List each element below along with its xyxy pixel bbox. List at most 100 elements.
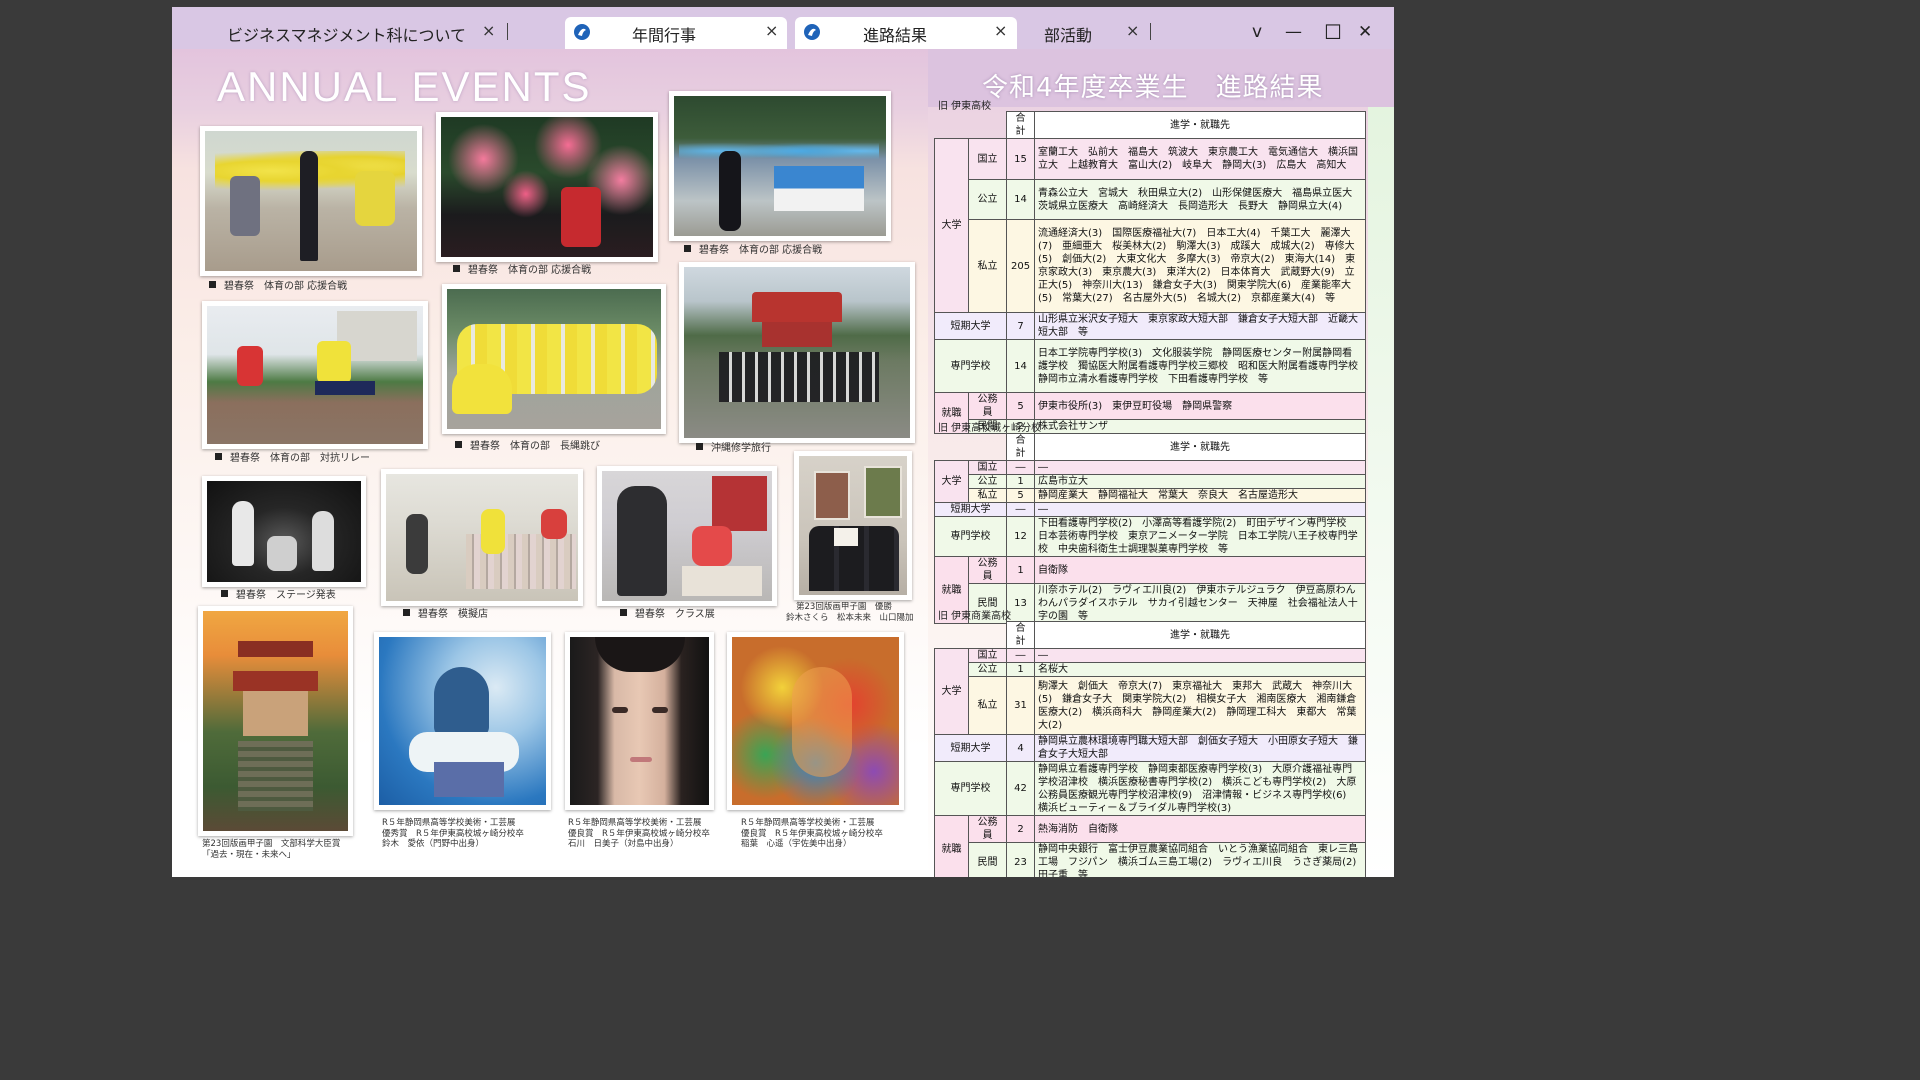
annual-events-title: ANNUAL EVENTS	[217, 63, 592, 110]
caption-line: R５年静岡県高等学校美術・工芸展	[568, 818, 702, 828]
caption-photo-5: 碧春祭 体育の部 長縄跳び	[455, 441, 600, 453]
caption-line: R５年静岡県高等学校美術・工芸展	[382, 818, 516, 828]
caption-line: 石川 日美子（対島中出身）	[568, 839, 679, 849]
category-junior-college: 短期大学	[934, 502, 1007, 517]
subcategory-national: 国立	[968, 460, 1007, 475]
count-private: 5	[1006, 488, 1035, 503]
photo-okinawa-trip	[679, 262, 915, 443]
category-vocational: 専門学校	[934, 761, 1007, 816]
count-public: 14	[1006, 179, 1035, 220]
tab-career-results[interactable]: 進路結果 ×	[795, 17, 1017, 49]
caption-photo-1: 碧春祭 体育の部 応援合戦	[209, 281, 347, 293]
tab-label: ビジネスマネジメント科について	[227, 26, 467, 45]
category-junior-college: 短期大学	[934, 312, 1007, 340]
count-junior-college: 4	[1006, 734, 1035, 762]
artwork-colorful-face	[727, 632, 904, 810]
caption-photo-8: 碧春祭 模擬店	[403, 609, 488, 621]
close-window-icon[interactable]: ✕	[1358, 22, 1372, 42]
page-content: ANNUAL EVENTS 令和4年度卒業生 進路結果 碧春祭 体育の部 応援合…	[172, 49, 1394, 877]
chevron-down-icon[interactable]: v	[1252, 22, 1262, 42]
photo-print-koshien	[794, 451, 912, 600]
maximize-icon[interactable]: ☐	[1324, 20, 1342, 44]
photo-stage	[202, 476, 366, 587]
category-junior-college: 短期大学	[934, 734, 1007, 762]
tab-annual-events[interactable]: 年間行事 ×	[565, 17, 787, 49]
caption-line: 優良賞 R５年伊東高校城ヶ崎分校卒	[741, 828, 883, 839]
count-private-sector: 23	[1006, 842, 1035, 877]
header-total: 合計	[1006, 621, 1035, 649]
close-icon[interactable]: ×	[765, 21, 778, 40]
dest-junior-college: 山形県立米沢女子短大 東京家政大短大部 鎌倉女子大短大部 近畿大短大部 等	[1034, 312, 1366, 340]
bullet-square	[684, 245, 691, 252]
artwork-pagoda-print	[198, 606, 353, 836]
caption-line: R５年静岡県高等学校美術・工芸展	[741, 818, 875, 828]
results-table-jogasaki: 合計 進学・就職先 大学 国立 ― ― 公立 1 広島市立大 私立 5 静岡産業…	[934, 433, 1366, 624]
bullet-square	[455, 441, 462, 448]
browser-window: ビジネスマネジメント科について × 年間行事 × 進路結果 × 部活動 × v …	[172, 7, 1394, 877]
dest-public: 青森公立大 宮城大 秋田県立大(2) 山形保健医療大 福島県立医大 茨城県立医療…	[1034, 179, 1366, 220]
subcategory-public: 公立	[968, 179, 1007, 220]
section-title-jogasaki: 旧 伊東高校城ヶ崎分校	[938, 423, 1042, 434]
category-vocational: 専門学校	[934, 516, 1007, 557]
count-junior-college: ―	[1006, 502, 1035, 517]
category-vocational: 専門学校	[934, 339, 1007, 393]
tab-separator	[1150, 23, 1151, 40]
minimize-icon[interactable]: —	[1285, 22, 1302, 42]
count-civil-servant: 5	[1006, 392, 1035, 420]
dest-civil-servant: 熱海消防 自衛隊	[1034, 815, 1366, 843]
subcategory-private: 私立	[968, 676, 1007, 735]
tab-label: 年間行事	[632, 26, 697, 45]
photo-relay	[202, 301, 428, 449]
caption-photo-4: 碧春祭 体育の部 対抗リレー	[215, 453, 370, 465]
caption-line: 「過去・現在・未来へ」	[202, 849, 296, 860]
caption-photo-7: 碧春祭 ステージ発表	[221, 590, 336, 602]
results-table-ito-high: 合計 進学・就職先 大学 国立 15 室蘭工大 弘前大 福島大 筑波大 東京農工…	[934, 111, 1368, 434]
dest-national: ―	[1034, 460, 1366, 475]
caption-photo-6: 沖縄修学旅行	[696, 443, 771, 455]
dest-private-sector: 株式会社サンザ	[1034, 419, 1366, 434]
table-corner	[934, 621, 1007, 649]
bullet-square	[215, 453, 222, 460]
dest-junior-college: 静岡県立農林環境専門職大短大部 創価女子短大 小田原女子短大 鎌倉女子大短大部	[1034, 734, 1366, 762]
count-vocational: 14	[1006, 339, 1035, 393]
dest-vocational: 下田看護専門学校(2) 小澤高等看護学院(2) 町田デザイン専門学校 日本芸術専…	[1034, 516, 1366, 557]
tab-business-management[interactable]: ビジネスマネジメント科について ×	[212, 17, 512, 49]
subcategory-national: 国立	[968, 138, 1007, 180]
tab-club-activities[interactable]: 部活動 ×	[1032, 17, 1162, 49]
photo-food-stall	[381, 469, 583, 606]
header-total: 合計	[1006, 111, 1035, 139]
tab-bar: ビジネスマネジメント科について × 年間行事 × 進路結果 × 部活動 × v …	[172, 7, 1394, 49]
caption-line: 鈴木 愛依（門野中出身）	[382, 839, 485, 849]
dest-national: 室蘭工大 弘前大 福島大 筑波大 東京農工大 電気通信大 横浜国立大 上越教育大…	[1034, 138, 1366, 180]
caption-line: 稲葉 心遥（宇佐美中出身）	[741, 839, 852, 849]
photo-cheer-battle-2	[436, 112, 658, 262]
header-total: 合計	[1006, 433, 1035, 461]
caption-photo-12: R５年静岡県高等学校美術・工芸展 優秀賞 R５年伊東高校城ヶ崎分校卒 鈴木 愛依…	[382, 818, 524, 850]
subcategory-public: 公立	[968, 474, 1007, 489]
close-icon[interactable]: ×	[482, 21, 495, 40]
photo-cheer-battle-3	[669, 91, 891, 241]
tab-label: 進路結果	[863, 26, 928, 45]
subcategory-national: 国立	[968, 648, 1007, 663]
close-icon[interactable]: ×	[994, 21, 1007, 40]
category-university: 大学	[934, 648, 969, 735]
decor-strip	[1368, 107, 1394, 877]
results-table-ito-commercial: 合計 進学・就職先 大学 国立 ― ― 公立 1 名桜大 私立 31 駒澤大 創…	[934, 621, 1366, 877]
caption-photo-3: 碧春祭 体育の部 応援合戦	[684, 245, 822, 257]
caption-line: 第23回版画甲子園 優勝	[796, 602, 892, 612]
caption-photo-13: R５年静岡県高等学校美術・工芸展 優良賞 R５年伊東高校城ヶ崎分校卒 石川 日美…	[568, 818, 710, 850]
dest-vocational: 日本工学院専門学校(3) 文化服装学院 静岡医療センター附属静岡看護学校 獨協医…	[1034, 339, 1368, 393]
count-civil-servant: 2	[1006, 815, 1035, 843]
count-national: 15	[1006, 138, 1035, 180]
bullet-square	[453, 265, 460, 272]
dest-vocational: 静岡県立看護専門学校 静岡東都医療専門学校(3) 大原介護福祉専門学校沼津校 横…	[1034, 761, 1366, 816]
table-corner	[934, 433, 1007, 461]
dest-private: 静岡産業大 静岡福祉大 常葉大 奈良大 名古屋造形大	[1034, 488, 1366, 503]
caption-line: 優秀賞 R５年伊東高校城ヶ崎分校卒	[382, 828, 524, 839]
close-icon[interactable]: ×	[1126, 21, 1139, 40]
header-destination: 進学・就職先	[1034, 433, 1366, 461]
caption-line: 鈴木さくら 松本未来 山口陽加	[786, 612, 914, 623]
caption-photo-14: R５年静岡県高等学校美術・工芸展 優良賞 R５年伊東高校城ヶ崎分校卒 稲葉 心遥…	[741, 818, 883, 850]
header-destination: 進学・就職先	[1034, 111, 1366, 139]
bullet-square	[221, 590, 228, 597]
